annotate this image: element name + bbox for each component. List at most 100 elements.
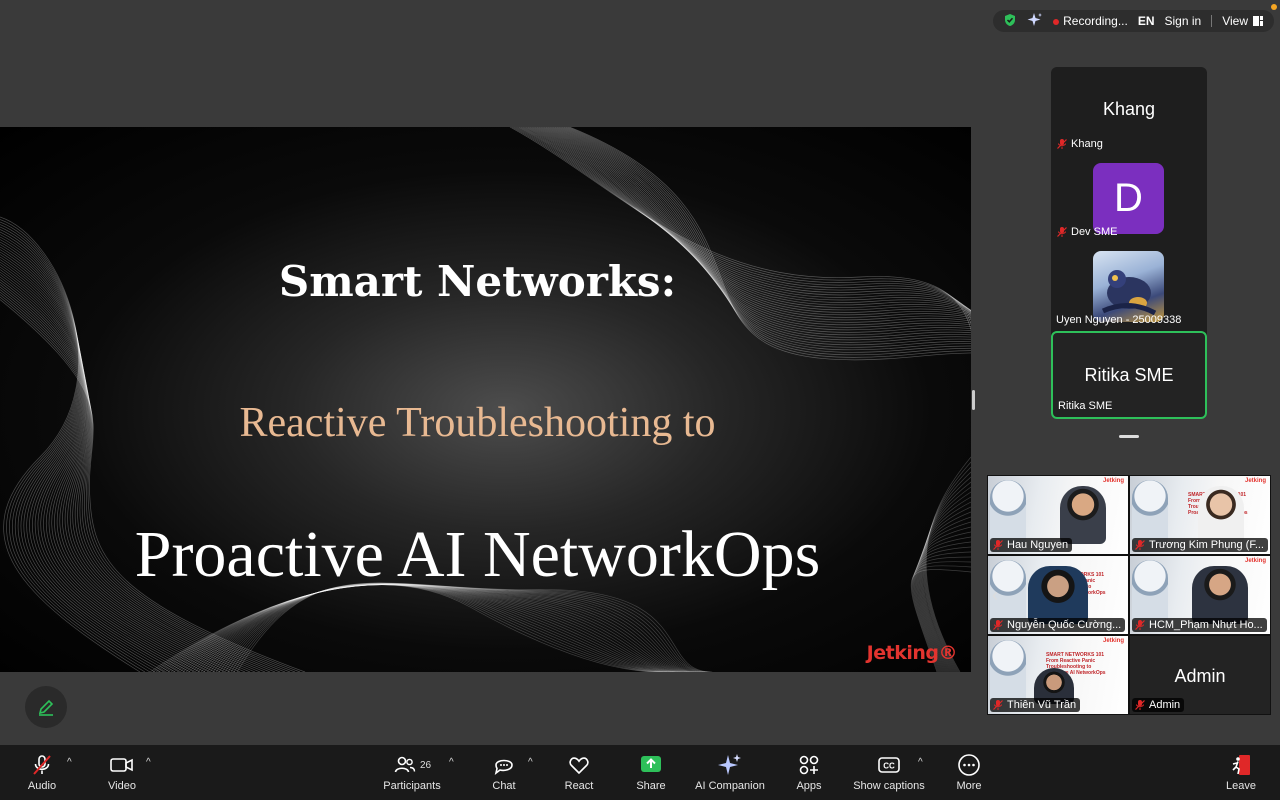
more-button[interactable]: More [950, 745, 988, 800]
participant-label: Dev SME [1056, 226, 1117, 238]
participant-label: Thiên Vũ Trần [990, 698, 1081, 712]
leave-button[interactable]: Leave [1222, 745, 1260, 800]
video-tile[interactable]: Jetking Hau Nguyen [987, 475, 1129, 555]
recording-indicator[interactable]: Recording... [1053, 14, 1128, 28]
participants-options-chevron-icon[interactable]: ^ [449, 757, 454, 768]
avatar: D [1093, 163, 1164, 234]
audio-button[interactable]: Audio [20, 745, 64, 800]
participant-tile[interactable]: Uyen Nguyen - 25009338 [1051, 243, 1207, 331]
more-label: More [956, 780, 982, 792]
chat-label: Chat [492, 780, 516, 792]
jetking-logo: Jetking® [866, 642, 958, 664]
view-button[interactable]: View [1222, 14, 1264, 28]
notification-dot-icon [1271, 4, 1277, 10]
svg-text:CC: CC [883, 762, 895, 771]
chat-bubble-icon [494, 759, 513, 775]
video-tile[interactable]: Jetking SMART NETWORKS 101 From Reactive… [1129, 475, 1271, 555]
participant-video [1198, 486, 1244, 544]
participant-display-name: Admin [1174, 666, 1226, 686]
language-button[interactable]: EN [1138, 14, 1155, 28]
participant-tile[interactable]: D Dev SME [1051, 155, 1207, 243]
muted-mic-icon [1135, 540, 1145, 550]
video-button[interactable]: Video [100, 745, 144, 800]
video-label: Video [108, 780, 136, 792]
slide-title: Smart Networks: [278, 257, 677, 306]
muted-mic-icon [1057, 227, 1067, 237]
participant-label: Ritika SME [1058, 400, 1112, 412]
panel-resize-handle[interactable] [972, 390, 975, 410]
participant-label: Uyen Nguyen - 25009338 [1056, 314, 1181, 326]
participant-label: Hau Nguyen [990, 538, 1073, 552]
participants-label: Participants [383, 780, 441, 792]
audio-options-chevron-icon[interactable]: ^ [67, 757, 72, 768]
video-camera-icon [110, 758, 133, 772]
participants-button[interactable]: 26 Participants [380, 745, 444, 800]
recording-dot-icon [1053, 19, 1060, 25]
video-gallery: Jetking Hau Nguyen Jetking SMART NETWORK… [987, 475, 1271, 715]
muted-microphone-icon [33, 755, 51, 775]
robot-image [990, 480, 1026, 544]
sparkle-icon[interactable] [1027, 12, 1043, 31]
recording-label: Recording... [1063, 14, 1128, 28]
captions-options-chevron-icon[interactable]: ^ [918, 757, 923, 768]
apps-label: Apps [796, 780, 822, 792]
participant-name: Khang [1071, 138, 1103, 150]
muted-mic-icon [1135, 700, 1145, 710]
participant-display-name: Ritika SME [1084, 365, 1174, 385]
leave-door-icon [1232, 755, 1250, 775]
participant-name: Nguyễn Quốc Cường... [1007, 619, 1122, 631]
participant-label: HCM_Phạm Nhựt Ho... [1132, 618, 1267, 632]
active-speaker-tile[interactable]: Ritika SME Ritika SME [1051, 331, 1207, 419]
participant-name: HCM_Phạm Nhựt Ho... [1149, 619, 1263, 631]
participants-icon [394, 756, 416, 773]
ai-sparkle-icon [718, 754, 741, 775]
muted-mic-icon [1057, 139, 1067, 149]
video-tile[interactable]: Jetking SMART NETWORKS 101 From Reactive… [987, 635, 1129, 715]
participant-tile[interactable]: Khang Khang [1051, 67, 1207, 155]
share-label: Share [636, 780, 666, 792]
show-captions-button[interactable]: CC Show captions [850, 745, 928, 800]
captions-label: Show captions [853, 780, 925, 792]
view-label: View [1222, 14, 1248, 28]
avatar [1093, 251, 1164, 322]
jetking-logo: Jetking [1102, 638, 1124, 644]
participant-name: Hau Nguyen [1007, 539, 1069, 551]
shield-icon[interactable] [1003, 13, 1017, 30]
sign-in-link[interactable]: Sign in [1165, 14, 1202, 28]
video-tile[interactable]: Jetking HCM_Phạm Nhựt Ho... [1129, 555, 1271, 635]
participant-video [1028, 566, 1088, 624]
participant-label: Nguyễn Quốc Cường... [990, 618, 1126, 632]
apps-button[interactable]: Apps [790, 745, 828, 800]
jetking-logo: Jetking [1244, 478, 1266, 484]
closed-captions-icon: CC [878, 757, 900, 773]
share-screen-icon [641, 756, 661, 772]
participant-name: Trương Kim Phụng (F... [1148, 539, 1264, 551]
share-button[interactable]: Share [632, 745, 670, 800]
react-label: React [564, 780, 594, 792]
participant-panel: Khang Khang D Dev SME Uyen Nguyen - 2500… [1051, 67, 1207, 419]
muted-mic-icon [993, 620, 1003, 630]
muted-mic-icon [1135, 620, 1145, 630]
participant-name: Uyen Nguyen - 25009338 [1056, 314, 1182, 326]
more-icon [958, 754, 980, 776]
participant-count-badge: 26 [419, 759, 432, 771]
divider [1211, 15, 1213, 27]
participant-video [1192, 566, 1248, 624]
chat-button[interactable]: Chat [486, 745, 522, 800]
video-tile[interactable]: Admin Admin [1129, 635, 1271, 715]
annotate-button[interactable] [25, 686, 67, 728]
ai-companion-button[interactable]: AI Companion [694, 745, 766, 800]
chat-options-chevron-icon[interactable]: ^ [528, 757, 533, 768]
ai-companion-label: AI Companion [695, 780, 765, 792]
video-options-chevron-icon[interactable]: ^ [146, 757, 151, 768]
video-tile[interactable]: SMART NETWORKS 101 From Reactive Panic T… [987, 555, 1129, 635]
participant-label: Khang [1056, 138, 1103, 150]
participant-label: Admin [1132, 698, 1185, 712]
layout-grid-icon [1253, 16, 1263, 26]
audio-label: Audio [27, 780, 57, 792]
panel-drag-handle[interactable] [1119, 435, 1139, 438]
participant-name: Dev SME [1071, 226, 1118, 238]
react-button[interactable]: React [560, 745, 598, 800]
gallery-prev-arrow-icon[interactable]: ‹ [992, 585, 998, 606]
muted-mic-icon [993, 540, 1003, 550]
